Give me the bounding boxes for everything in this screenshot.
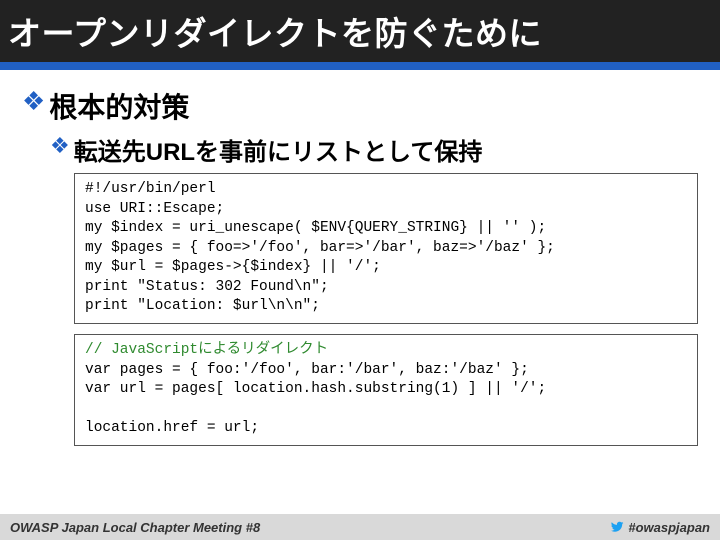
content-area: ❖ 根本的対策 ❖ 転送先URLを事前にリストとして保持 #!/usr/bin/… bbox=[0, 70, 720, 446]
accent-bar bbox=[0, 62, 720, 70]
twitter-icon bbox=[610, 520, 624, 534]
diamond-bullet-icon: ❖ bbox=[22, 86, 45, 117]
footer-bar: OWASP Japan Local Chapter Meeting #8 #ow… bbox=[0, 514, 720, 540]
slide: オープンリダイレクトを防ぐために ❖ 根本的対策 ❖ 転送先URLを事前にリスト… bbox=[0, 0, 720, 540]
bullet-level-2: ❖ 転送先URLを事前にリストとして保持 bbox=[50, 132, 698, 167]
footer-right: #owaspjapan bbox=[610, 520, 710, 535]
slide-title: オープンリダイレクトを防ぐために bbox=[8, 7, 542, 55]
diamond-bullet-icon: ❖ bbox=[50, 132, 70, 161]
bullet-level-1: ❖ 根本的対策 bbox=[22, 86, 698, 126]
code-block-js: // JavaScriptによるリダイレクト var pages = { foo… bbox=[74, 334, 698, 446]
footer-hashtag: #owaspjapan bbox=[628, 520, 710, 535]
bullet-1-text: 根本的対策 bbox=[49, 86, 189, 126]
footer-left-text: OWASP Japan Local Chapter Meeting #8 bbox=[10, 520, 260, 535]
bullet-2-text: 転送先URLを事前にリストとして保持 bbox=[74, 132, 483, 167]
code-block-perl: #!/usr/bin/perl use URI::Escape; my $ind… bbox=[74, 173, 698, 324]
title-bar: オープンリダイレクトを防ぐために bbox=[0, 0, 720, 62]
